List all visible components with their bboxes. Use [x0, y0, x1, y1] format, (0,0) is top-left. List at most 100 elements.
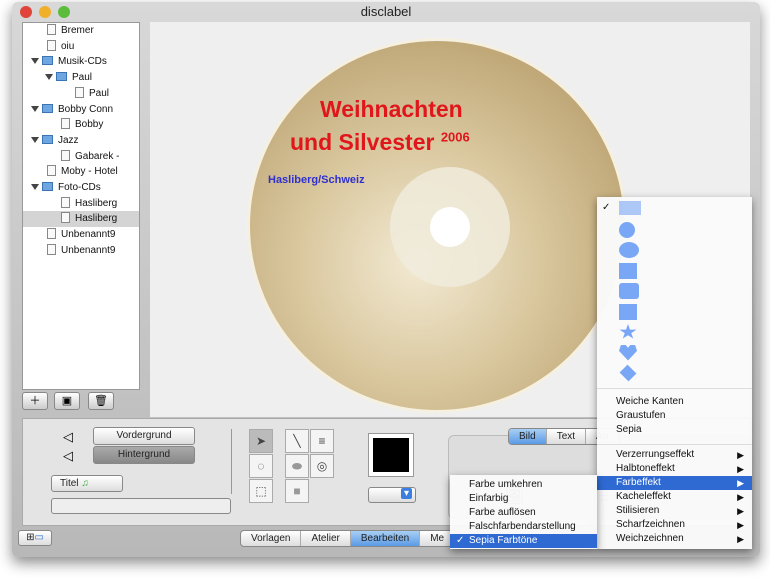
cd-hub	[390, 167, 510, 287]
submenu-item[interactable]: Stilisieren ▶	[597, 504, 752, 518]
menu-item[interactable]: ✓ Sepia Farbtöne	[450, 534, 597, 548]
checkmark-icon: ✓	[456, 535, 465, 546]
sidebar-item-label: Paul	[72, 72, 93, 84]
sidebar-item-label: Moby - Hotel	[61, 166, 118, 178]
trash-button[interactable]: 🗑	[88, 392, 114, 410]
background-button[interactable]: Hintergrund	[93, 446, 195, 464]
transform-tool-icon[interactable]: ⬚	[249, 479, 273, 503]
folder-icon	[42, 134, 53, 144]
sidebar-item[interactable]: Bremer	[23, 23, 139, 39]
sidebar-item[interactable]: Moby - Hotel	[23, 164, 139, 180]
field-stepper[interactable]	[51, 498, 231, 514]
sidebar-item[interactable]: Paul	[23, 70, 139, 86]
tab-atelier[interactable]: Atelier	[301, 531, 351, 546]
submenu-item[interactable]: Weichzeichnen ▶	[597, 532, 752, 546]
sidebar-item[interactable]: Foto-CDs	[23, 180, 139, 196]
submenu-arrow-icon: ▶	[737, 534, 744, 544]
document-icon	[47, 24, 56, 35]
menu-item[interactable]: Einfarbig	[450, 492, 597, 506]
menu-item[interactable]: Farbe umkehren	[450, 478, 597, 492]
year-text: 2006	[440, 129, 470, 145]
submenu-arrow-icon: ▶	[737, 450, 744, 460]
music-icon: ♫	[81, 478, 89, 489]
cd-label[interactable]: Weihnachten und Silvester 2006 Hasliberg…	[247, 38, 627, 413]
submenu-item[interactable]: Farbeffekt ▶	[597, 476, 752, 490]
disclosure-triangle-icon[interactable]	[31, 105, 39, 112]
sidebar-item[interactable]: Hasliberg	[23, 196, 139, 212]
rectangle-tool-icon[interactable]: ■	[285, 479, 309, 503]
star-shape-icon[interactable]	[619, 324, 637, 339]
document-icon	[47, 39, 56, 51]
mode-tabs: Vorlagen Atelier Bearbeiten Me	[240, 530, 457, 547]
tab-vorlagen[interactable]: Vorlagen	[241, 531, 302, 546]
submenu-item[interactable]: Verzerrungseffekt ▶	[597, 448, 752, 462]
circular-text-tool-icon[interactable]: ◎	[310, 454, 334, 478]
layer-arrow-icon: ◁	[63, 429, 73, 444]
rectangle-shape-icon[interactable]	[619, 201, 641, 215]
select-tool-icon[interactable]: ➤	[249, 429, 273, 453]
sidebar-item[interactable]: Jazz	[23, 133, 139, 149]
sidebar-item-label: Hasliberg	[75, 213, 118, 225]
field-select[interactable]: Titel ♫	[51, 475, 123, 492]
tab-bild[interactable]: Bild	[509, 429, 547, 444]
ellipse-tool-icon[interactable]: ⬬	[285, 454, 309, 478]
submenu-item[interactable]: Scharfzeichnen ▶	[597, 518, 752, 532]
sidebar-item-label: Hasliberg	[75, 197, 118, 209]
color-dropdown[interactable]: ▾	[368, 487, 416, 503]
submenu-arrow-icon: ▶	[737, 506, 744, 516]
menu-item-label: Farbeffekt	[616, 477, 661, 488]
sidebar-item[interactable]: Gabarek -	[23, 149, 139, 165]
menu-item[interactable]: Weiche Kanten	[597, 395, 752, 409]
submenu-arrow-icon: ▶	[737, 520, 744, 530]
sidebar-item[interactable]: Bobby	[23, 117, 139, 133]
window-title: disclabel	[360, 4, 412, 19]
submenu-item[interactable]: Halbtoneffekt ▶	[597, 462, 752, 476]
circle-shape-icon[interactable]	[619, 221, 635, 238]
add-document-button[interactable]: ＋	[22, 392, 48, 410]
disclosure-triangle-icon[interactable]	[31, 184, 39, 190]
line-tool-icon[interactable]: ╲	[285, 429, 309, 453]
rounded-rectangle-shape-icon[interactable]	[619, 283, 639, 299]
sidebar-item-label: Jazz	[58, 134, 79, 146]
menu-item[interactable]: Graustufen	[597, 409, 752, 423]
submenu-arrow-icon: ▶	[737, 478, 744, 488]
diamond-shape-icon[interactable]	[619, 364, 637, 382]
sidebar-item[interactable]: Musik-CDs	[23, 54, 139, 70]
disclosure-triangle-icon[interactable]	[45, 74, 53, 81]
add-folder-button[interactable]: ▣	[54, 392, 80, 410]
sidebar-item-label: Musik-CDs	[58, 56, 107, 68]
sidebar-item[interactable]: Hasliberg	[23, 211, 139, 228]
sidebar-item[interactable]: Paul	[23, 86, 139, 102]
menu-item[interactable]: Falschfarbendarstellung	[450, 520, 597, 534]
document-list[interactable]: Bremer oiu Musik-CDs Paul Paul Bobby Conn Bobb…	[22, 22, 140, 390]
sidebar-item[interactable]: oiu	[23, 39, 139, 55]
menu-item[interactable]: Farbe auflösen	[450, 506, 597, 520]
text-tool-icon[interactable]: ≡	[310, 429, 334, 453]
divider	[231, 429, 232, 494]
label-title-line1[interactable]: Weihnachten	[320, 96, 463, 123]
sidebar-item[interactable]: Bobby Conn	[23, 102, 139, 118]
document-icon	[47, 165, 56, 177]
submenu-arrow-icon: ▶	[737, 464, 744, 474]
document-icon	[61, 196, 70, 208]
tab-text[interactable]: Text	[547, 429, 587, 444]
ellipse-shape-icon[interactable]	[619, 242, 639, 258]
menu-item[interactable]: Sepia	[597, 423, 752, 437]
sidebar-item[interactable]: Unbenannt9	[23, 227, 139, 243]
disclosure-triangle-icon[interactable]	[31, 58, 39, 65]
label-subtitle[interactable]: Hasliberg/Schweiz	[268, 174, 365, 186]
small-square-shape-icon[interactable]	[619, 303, 637, 320]
field-select-label: Titel	[60, 478, 79, 489]
heart-shape-icon[interactable]	[619, 344, 637, 361]
foreground-button[interactable]: Vordergrund	[93, 427, 195, 445]
tab-bearbeiten[interactable]: Bearbeiten	[350, 531, 421, 546]
document-icon	[47, 228, 56, 240]
square-shape-icon[interactable]	[619, 262, 637, 279]
rotate-tool-icon[interactable]: ◌	[249, 454, 273, 478]
view-toggle[interactable]: ⊞▭	[18, 530, 52, 546]
disclosure-triangle-icon[interactable]	[31, 136, 39, 143]
label-title-line2[interactable]: und Silvester 2006	[290, 129, 470, 156]
color-well[interactable]	[368, 433, 414, 477]
sidebar-item[interactable]: Unbenannt9	[23, 243, 139, 259]
submenu-item[interactable]: Kacheleffekt ▶	[597, 490, 752, 504]
